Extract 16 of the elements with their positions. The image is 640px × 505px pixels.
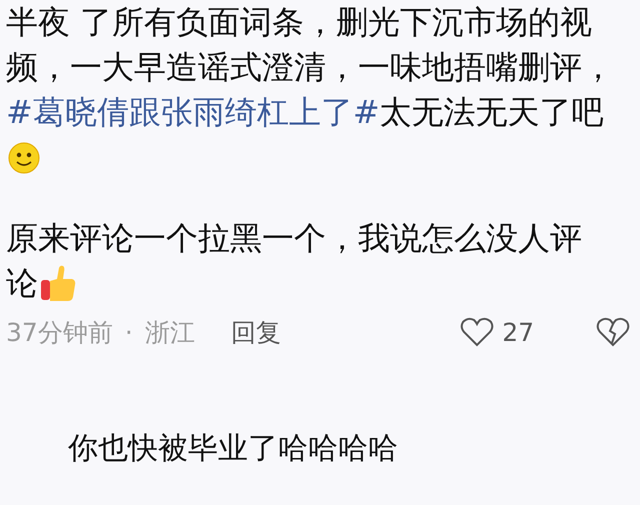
reply-link[interactable]: 回复 [230,316,281,348]
comment-text: 半夜 了所有负面词条，删光下沉市场的视 [6,2,592,42]
like-count: 27 [502,318,534,346]
smiley-icon [8,142,40,174]
comment-text: 太无法无天了吧 [380,92,604,132]
like-icon[interactable] [460,317,494,347]
hashtag-link[interactable]: #葛晓倩跟张雨绮杠上了# [6,90,380,134]
comment-text: 论 [6,262,38,304]
comment-time: 37分钟前 [6,316,113,348]
comment-text: 原来评论一个拉黑一个，我说怎么没人评 [6,218,582,258]
thumbs-up-icon [40,264,76,302]
comment-text: 频，一大早造谣式澄清，一味地捂嘴删评， [6,46,614,88]
separator-dot: · [124,318,133,346]
comment-text: 你也快被毕业了哈哈哈哈 [68,430,398,468]
broken-heart-icon[interactable] [596,317,630,347]
comment-location: 浙江 [144,316,195,348]
